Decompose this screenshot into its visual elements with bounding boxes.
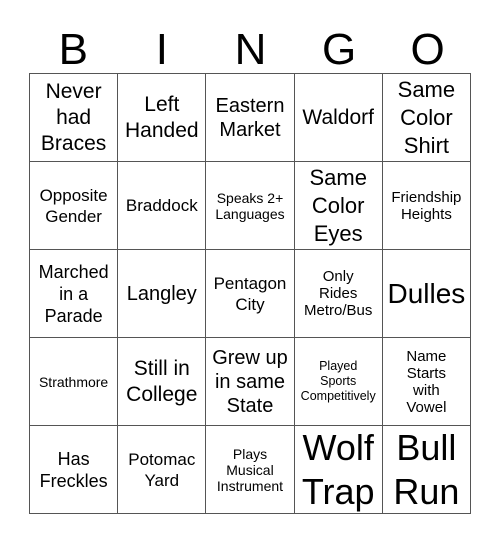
cell-text: Plays Musical Instrument xyxy=(216,445,284,494)
bingo-cell[interactable]: Langley xyxy=(118,250,207,338)
cell-text: Bull Run xyxy=(393,426,460,512)
cell-text: Speaks 2+ Languages xyxy=(215,189,285,222)
header-letter-g: G xyxy=(321,25,357,74)
cell-text: Waldorf xyxy=(302,105,374,129)
header-letter-o: O xyxy=(410,25,445,74)
cell-text: Dulles xyxy=(387,277,466,309)
bingo-cell[interactable]: Marched in a Parade xyxy=(30,250,119,338)
bingo-cell[interactable]: Same Color Eyes xyxy=(294,162,383,250)
bingo-cell[interactable]: Never had Braces xyxy=(30,74,119,162)
bingo-cell[interactable]: Speaks 2+ Languages xyxy=(206,162,295,250)
cell-text: Still in College xyxy=(126,356,198,406)
bingo-cell[interactable]: Dulles xyxy=(382,250,471,338)
cell-text: Name Starts with Vowel xyxy=(406,347,447,416)
bingo-cell[interactable]: Strathmore xyxy=(30,338,119,426)
bingo-cell[interactable]: Wolf Trap xyxy=(294,426,383,514)
cell-text: Potomac Yard xyxy=(128,449,196,490)
bingo-cell[interactable]: Bull Run xyxy=(382,426,471,514)
bingo-cell[interactable]: Eastern Market xyxy=(206,74,295,162)
bingo-cell[interactable]: Pentagon City xyxy=(206,250,295,338)
cell-text: Marched in a Parade xyxy=(38,261,109,326)
bingo-cell[interactable]: Friendship Heights xyxy=(382,162,471,250)
bingo-cell[interactable]: Still in College xyxy=(118,338,207,426)
bingo-cell[interactable]: Same Color Shirt xyxy=(382,74,471,162)
bingo-cell[interactable]: Opposite Gender xyxy=(30,162,119,250)
bingo-cell[interactable]: Name Starts with Vowel xyxy=(382,338,471,426)
cell-text: Eastern Market xyxy=(215,94,285,141)
cell-text: Braddock xyxy=(125,196,198,215)
bingo-cell[interactable]: Potomac Yard xyxy=(118,426,207,514)
cell-text: Strathmore xyxy=(38,373,109,390)
bingo-grid: Never had Braces Left Handed Eastern Mar… xyxy=(29,73,471,514)
cell-text: Friendship Heights xyxy=(391,188,462,223)
header-letter-b: B xyxy=(58,25,88,74)
bingo-cell[interactable]: Left Handed xyxy=(118,74,207,162)
cell-text: Grew up in same State xyxy=(212,346,288,417)
header-letter-n: N xyxy=(234,25,267,74)
bingo-cell[interactable]: Only Rides Metro/Bus xyxy=(294,250,383,338)
cell-text: Left Handed xyxy=(125,92,199,142)
cell-text: Langley xyxy=(126,282,197,305)
bingo-cell[interactable]: Waldorf xyxy=(294,74,383,162)
bingo-cell[interactable]: Braddock xyxy=(118,162,207,250)
cell-text: Never had Braces xyxy=(40,79,107,155)
bingo-cell[interactable]: Played Sports Competitively xyxy=(294,338,383,426)
bingo-cell[interactable]: Grew up in same State xyxy=(206,338,295,426)
cell-text: Only Rides Metro/Bus xyxy=(304,268,373,319)
cell-text: Has Freckles xyxy=(39,448,108,491)
cell-text: Played Sports Competitively xyxy=(300,359,376,403)
cell-text: Same Color Shirt xyxy=(397,76,456,158)
bingo-cell[interactable]: Has Freckles xyxy=(30,426,119,514)
cell-text: Opposite Gender xyxy=(39,185,108,226)
cell-text: Wolf Trap xyxy=(301,426,375,512)
bingo-header: B I N G O xyxy=(29,28,472,72)
cell-text: Same Color Eyes xyxy=(309,164,367,246)
bingo-cell[interactable]: Plays Musical Instrument xyxy=(206,426,295,514)
header-letter-i: I xyxy=(155,25,168,74)
cell-text: Pentagon City xyxy=(213,273,287,314)
